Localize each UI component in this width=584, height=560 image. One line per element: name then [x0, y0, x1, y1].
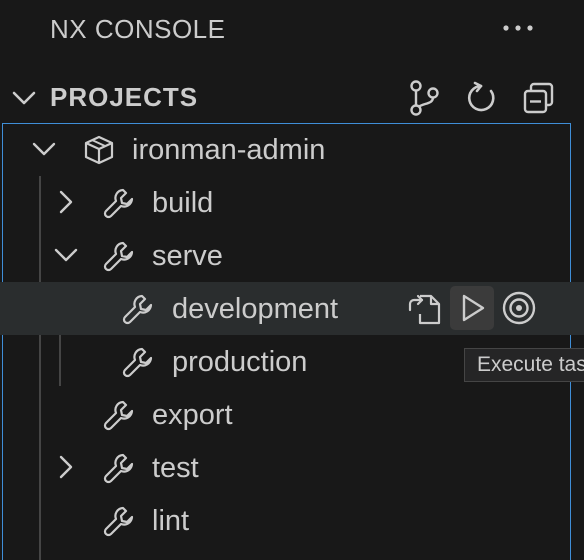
- target-label: test: [152, 452, 199, 484]
- wrench-icon: [103, 506, 134, 537]
- target-label: serve: [152, 240, 223, 272]
- chevron-right-icon: [59, 455, 73, 479]
- console-header: NX CONSOLE: [0, 0, 584, 58]
- tree-item-project[interactable]: ironman-admin: [0, 123, 584, 176]
- chevron-down-icon: [32, 142, 56, 156]
- target-label: lint: [152, 505, 190, 537]
- run-icon: [462, 294, 485, 322]
- tree-item-build[interactable]: build: [0, 176, 584, 229]
- collapse-all-icon: [523, 82, 554, 114]
- nx-console-view: NX CONSOLE PROJECTS ironman-admin build …: [0, 0, 584, 560]
- wrench-icon: [103, 453, 134, 484]
- console-title: NX CONSOLE: [50, 14, 226, 44]
- source-control-button[interactable]: [402, 76, 446, 120]
- configuration-label: production: [172, 346, 308, 378]
- package-icon: [84, 135, 114, 165]
- wrench-icon: [103, 188, 134, 219]
- source-control-icon: [410, 80, 439, 116]
- projects-section-header[interactable]: PROJECTS: [0, 68, 584, 126]
- tree-item-lint[interactable]: lint: [0, 494, 584, 547]
- tree-item-export[interactable]: export: [0, 388, 584, 441]
- refresh-icon: [467, 81, 495, 112]
- reveal-target-button[interactable]: [497, 286, 541, 330]
- wrench-icon: [103, 241, 134, 272]
- tree-item-serve[interactable]: serve: [0, 229, 584, 282]
- wrench-icon: [103, 400, 134, 431]
- project-label: ironman-admin: [132, 134, 326, 166]
- chevron-down-icon: [12, 91, 36, 105]
- execute-task-tooltip: Execute task: [464, 348, 584, 382]
- wrench-icon: [122, 347, 153, 378]
- go-to-file-button[interactable]: [403, 286, 447, 330]
- projects-title: PROJECTS: [50, 82, 199, 112]
- tree-item-development[interactable]: development: [0, 282, 584, 335]
- go-to-file-icon: [408, 294, 441, 325]
- chevron-right-icon: [59, 190, 73, 214]
- wrench-icon: [122, 294, 153, 325]
- target-label: export: [152, 399, 233, 431]
- collapse-all-button[interactable]: [517, 76, 561, 120]
- tree-item-test[interactable]: test: [0, 441, 584, 494]
- target-icon: [502, 291, 536, 325]
- target-label: build: [152, 187, 214, 219]
- more-actions-button[interactable]: [496, 8, 540, 48]
- configuration-label: development: [172, 293, 339, 325]
- chevron-down-icon: [54, 248, 78, 262]
- refresh-button[interactable]: [459, 76, 503, 120]
- execute-task-button[interactable]: [450, 286, 494, 330]
- ellipsis-icon: [503, 25, 533, 31]
